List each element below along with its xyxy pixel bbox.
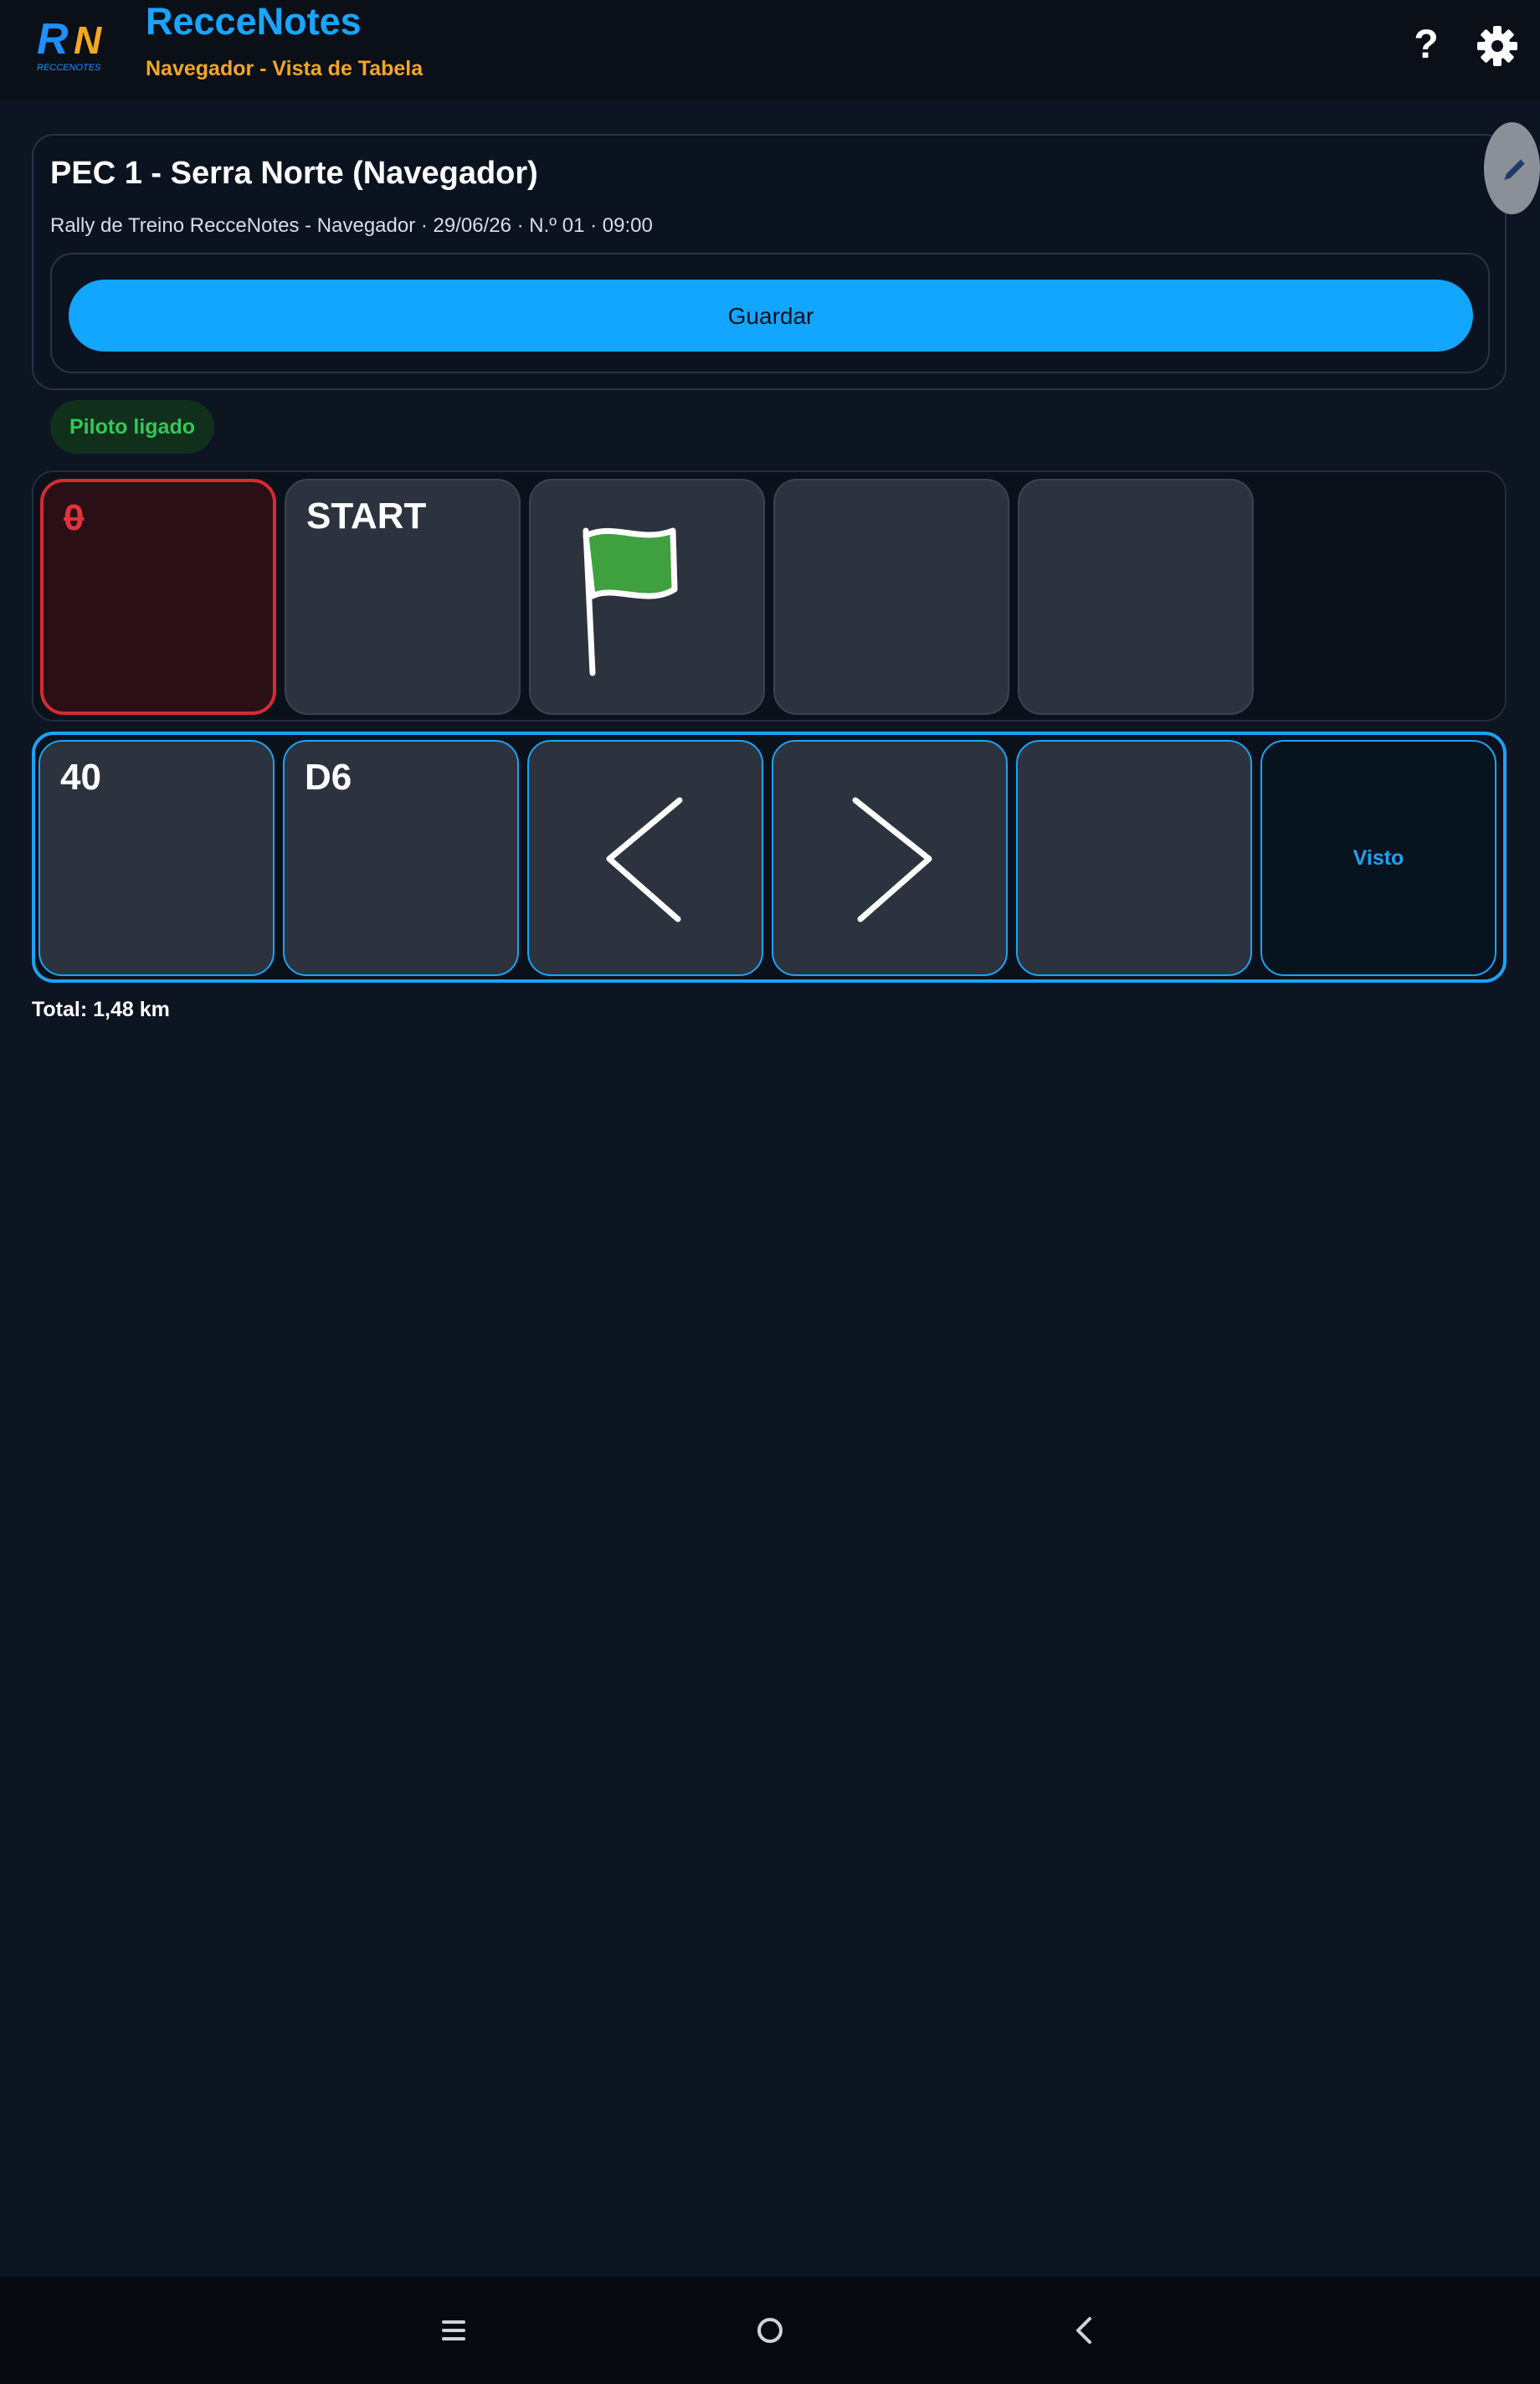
edit-icon[interactable] [1484,122,1540,214]
note-cell[interactable] [772,740,1008,976]
help-icon[interactable]: ? [1404,22,1448,69]
seen-label: Visto [1353,845,1404,870]
system-nav-bar [0,2277,1540,2384]
cell-text: 40 [60,757,101,798]
note-cell[interactable] [1018,479,1254,715]
note-cell[interactable]: 40 [38,740,275,976]
note-cell[interactable] [529,479,765,715]
total-distance: Total: 1,48 km [32,998,170,1021]
green-flag-icon [583,527,678,676]
stage-card: PEC 1 - Serra Norte (Navegador) Rally de… [32,134,1507,390]
app-title: RecceNotes [146,0,362,43]
cell-text: START [306,496,427,537]
note-cell[interactable] [1016,740,1252,976]
cell-text: 0 [64,497,85,538]
svg-text:RECCENOTES: RECCENOTES [37,63,101,73]
note-cell[interactable]: START [285,479,521,715]
menu-icon[interactable] [429,2305,479,2356]
note-cell[interactable]: 0 [40,479,276,715]
note-cell[interactable]: D6 [283,740,519,976]
svg-text:N: N [74,18,102,62]
app-bar: R N RECCENOTES RecceNotes Navegador - Vi… [0,0,1540,100]
svg-text:R: R [37,15,69,64]
cell-text: D6 [305,757,352,798]
reccenotes-logo: R N RECCENOTES [37,15,102,73]
stage-title: PEC 1 - Serra Norte (Navegador) [50,156,538,191]
note-cell[interactable] [773,479,1009,715]
seen-button[interactable]: Visto [1260,740,1496,976]
gear-icon[interactable] [1475,23,1520,69]
status-badge: Piloto ligado [50,400,214,454]
notes-row: 0 START [32,470,1507,722]
left-arrow-icon [606,797,683,922]
save-button[interactable]: Guardar [69,280,1473,352]
back-icon[interactable] [1060,2305,1110,2356]
app-subtitle: Navegador - Vista de Tabela [146,57,424,80]
stage-meta: Rally de Treino RecceNotes - Navegador ·… [50,214,653,237]
notes-row-selected: 40 D6 Visto [32,732,1507,983]
save-panel: Guardar [50,253,1490,373]
home-icon[interactable] [745,2305,795,2356]
right-arrow-icon [852,797,932,922]
note-cell[interactable] [527,740,763,976]
